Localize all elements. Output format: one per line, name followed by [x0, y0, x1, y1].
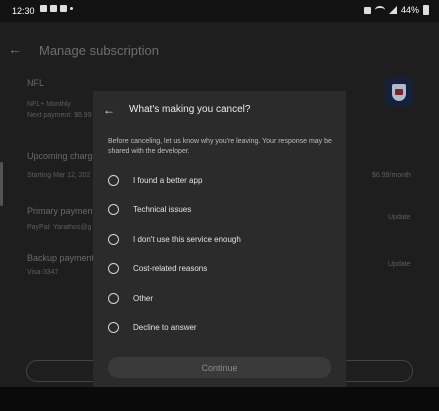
product-name: NFL	[27, 78, 45, 88]
mail-notification-icon	[60, 5, 67, 12]
reason-option-label: Cost-related reasons	[133, 263, 208, 273]
upcoming-charge-label: Upcoming charge	[27, 151, 98, 161]
edge-handle[interactable]	[0, 162, 3, 206]
backup-payment-label: Backup payment	[27, 253, 95, 263]
reason-option[interactable]: Other	[108, 288, 333, 308]
battery-icon	[423, 5, 429, 15]
upcoming-charge-price: $6.99/month	[372, 172, 411, 179]
reason-option[interactable]: Decline to answer	[108, 317, 333, 337]
image-notification-icon	[50, 5, 57, 12]
signal-icon	[388, 6, 397, 14]
system-icons: 44%	[363, 5, 429, 15]
notification-icons	[40, 5, 73, 12]
page-title: Manage subscription	[39, 43, 159, 58]
app-notification-icon	[40, 5, 47, 12]
continue-button[interactable]: Continue	[108, 357, 331, 378]
dialog-title: What's making you cancel?	[129, 104, 251, 115]
next-payment: Next payment: $6.99	[27, 112, 92, 119]
reason-option-label: Decline to answer	[133, 322, 197, 332]
back-arrow-icon[interactable]: ←	[103, 103, 115, 117]
navigation-bar	[0, 387, 439, 411]
radio-button[interactable]	[108, 174, 119, 186]
reason-option-label: Technical issues	[133, 204, 192, 214]
reason-option[interactable]: Cost-related reasons	[108, 258, 333, 278]
app-header: ← Manage subscription	[0, 22, 439, 78]
radio-button[interactable]	[108, 233, 119, 245]
primary-payment-label: Primary payment	[27, 206, 96, 216]
radio-button[interactable]	[108, 203, 119, 215]
battery-percentage: 44%	[400, 5, 419, 15]
reason-option-label: Other	[133, 293, 154, 303]
primary-payment-update-button[interactable]: Update	[388, 214, 411, 221]
wifi-icon	[374, 6, 385, 14]
reason-option-label: I don't use this service enough	[133, 234, 241, 244]
more-notifications-dot-icon	[70, 7, 73, 10]
reason-option[interactable]: I found a better app	[108, 170, 333, 190]
status-bar: 12:30 44%	[0, 0, 439, 22]
plan-name: NFL+ Monthly	[27, 101, 71, 108]
cancel-reason-dialog: ← What's making you cancel? Before cance…	[93, 91, 346, 387]
radio-button[interactable]	[108, 292, 119, 304]
reason-option[interactable]: I don't use this service enough	[108, 229, 333, 249]
dialog-description: Before canceling, let us know why you're…	[108, 138, 332, 155]
radio-button[interactable]	[108, 321, 119, 333]
reason-option-label: I found a better app	[133, 175, 203, 185]
status-time: 12:30	[12, 6, 35, 16]
nfl-shield-icon	[392, 83, 406, 101]
back-arrow-icon[interactable]: ←	[8, 41, 22, 57]
upcoming-charge-date: Starting Mar 12, 202	[27, 172, 91, 179]
backup-payment-method: Visa-3347	[27, 269, 59, 276]
alarm-icon	[363, 6, 371, 14]
backup-payment-update-button[interactable]: Update	[388, 261, 411, 268]
radio-button[interactable]	[108, 262, 119, 274]
reason-option[interactable]: Technical issues	[108, 199, 333, 219]
nfl-logo	[385, 78, 413, 106]
primary-payment-method: PayPal: Yarathos@g	[27, 224, 92, 231]
